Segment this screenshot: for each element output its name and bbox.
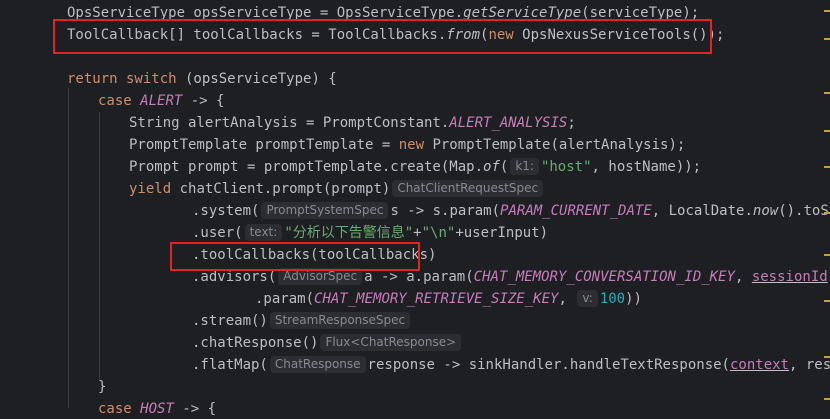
inlay-hint: StreamResponseSpec — [269, 312, 411, 329]
code-line[interactable]: .system(PromptSystemSpec s -> s.param(PAR… — [192, 200, 830, 222]
highlight-box-toolcallbacks-call — [170, 242, 420, 271]
scrollbar-marker[interactable] — [824, 130, 830, 132]
code-line[interactable]: yield chatClient.prompt(prompt) ChatClien… — [129, 178, 545, 200]
inlay-hint: ChatClientRequestSpec — [392, 180, 544, 197]
code-line[interactable]: PromptTemplate promptTemplate = new Prom… — [129, 134, 685, 156]
scrollbar-marker[interactable] — [824, 38, 830, 40]
inlay-hint: PromptSystemSpec — [261, 202, 389, 219]
code-line[interactable]: case ALERT -> { — [98, 90, 224, 112]
code-line[interactable]: .user(text: "分析以下告警信息"+"\n"+userInput) — [192, 222, 548, 244]
scrollbar-marker[interactable] — [824, 398, 830, 400]
highlight-box-toolcallbacks-declaration — [53, 19, 712, 54]
code-line[interactable]: } — [98, 376, 106, 398]
code-line[interactable]: .param(CHAT_MEMORY_RETRIEVE_SIZE_KEY, v:… — [255, 288, 642, 310]
inlay-hint: k1: — [510, 158, 539, 175]
code-line[interactable]: .flatMap(ChatResponse response -> sinkHan… — [192, 354, 830, 376]
inlay-hint: ChatResponse — [269, 356, 366, 373]
scrollbar-marker[interactable] — [824, 356, 830, 358]
code-line[interactable]: case HOST -> { — [98, 398, 216, 419]
scrollbar-marker[interactable] — [824, 212, 830, 214]
indent-guide — [99, 112, 100, 380]
code-editor[interactable]: OpsServiceType opsServiceType = OpsServi… — [0, 0, 830, 419]
code-line[interactable]: .stream() StreamResponseSpec — [192, 310, 412, 332]
indent-guide — [68, 88, 69, 408]
scrollbar-marker[interactable] — [824, 166, 830, 168]
code-line[interactable]: return switch (opsServiceType) { — [67, 68, 337, 90]
code-line[interactable]: String alertAnalysis = PromptConstant.AL… — [129, 112, 576, 134]
inlay-hint: Flux<ChatResponse> — [320, 334, 462, 351]
scrollbar-marker[interactable] — [824, 254, 830, 256]
code-line[interactable]: Prompt prompt = promptTemplate.create(Ma… — [129, 156, 701, 178]
scrollbar-marker[interactable] — [824, 92, 830, 94]
code-line[interactable]: .chatResponse() Flux<ChatResponse> — [192, 332, 463, 354]
inlay-hint: text: — [244, 224, 283, 241]
scrollbar-marker[interactable] — [824, 10, 830, 12]
inlay-hint: v: — [577, 290, 598, 307]
scrollbar-marker[interactable] — [824, 300, 830, 302]
